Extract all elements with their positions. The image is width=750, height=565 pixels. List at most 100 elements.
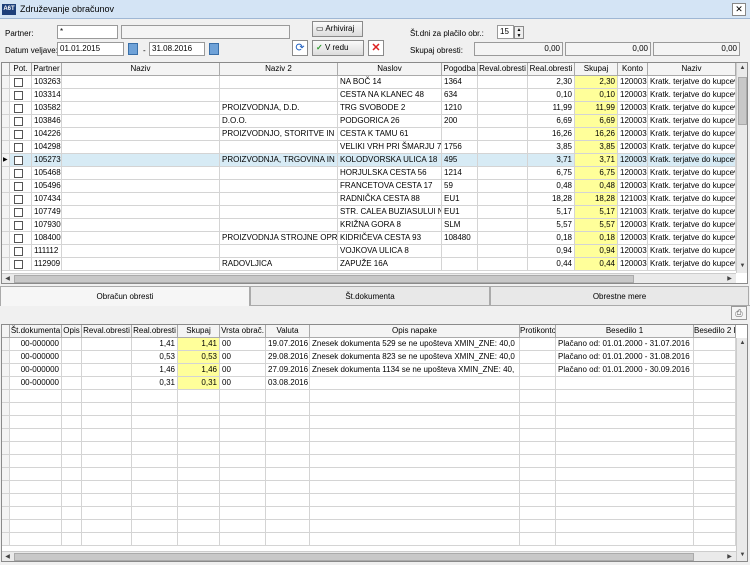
stdni-stepper[interactable]: ▲ ▼: [514, 26, 524, 39]
partner-input[interactable]: *: [57, 25, 118, 39]
scroll-right-icon[interactable]: ▶: [724, 552, 735, 561]
pot-checkbox[interactable]: [10, 115, 32, 128]
tab-obrestne-mere[interactable]: Obrestne mere: [490, 286, 749, 306]
pot-checkbox[interactable]: [10, 193, 32, 206]
column-header[interactable]: Skupaj: [178, 325, 220, 338]
checkbox-icon[interactable]: [14, 260, 23, 269]
checkbox-icon[interactable]: [14, 221, 23, 230]
column-header[interactable]: Skupaj: [575, 63, 618, 76]
column-header[interactable]: Naziv: [648, 63, 736, 76]
scroll-down-icon[interactable]: ▼: [737, 550, 747, 561]
column-header[interactable]: Besedilo 1: [556, 325, 694, 338]
column-header[interactable]: Št.dokumenta: [10, 325, 62, 338]
checkbox-icon[interactable]: [14, 182, 23, 191]
column-header[interactable]: Pot.: [10, 63, 32, 76]
table-row[interactable]: 108400 PROIZVODNJA STROJNE OPR KIDRIČEVA C…: [2, 232, 736, 245]
scroll-left-icon[interactable]: ◀: [2, 274, 13, 283]
scroll-thumb[interactable]: [738, 77, 747, 125]
column-header[interactable]: Valuta: [266, 325, 310, 338]
column-header[interactable]: Real.obresti: [528, 63, 575, 76]
checkbox-icon[interactable]: [14, 234, 23, 243]
partner-grid[interactable]: Pot. Partner Naziv Naziv 2 Naslov Pogodba Reva…: [1, 62, 748, 284]
print-icon[interactable]: ⎙: [731, 306, 747, 320]
column-header[interactable]: Vrsta obrač.: [220, 325, 266, 338]
vertical-scrollbar[interactable]: ▲ ▼: [736, 338, 747, 561]
pot-checkbox[interactable]: [10, 102, 32, 115]
calendar-icon[interactable]: [128, 43, 138, 55]
scroll-right-icon[interactable]: ▶: [724, 274, 735, 283]
scroll-thumb[interactable]: [14, 275, 634, 283]
horizontal-scrollbar[interactable]: ◀ ▶: [2, 273, 736, 283]
table-row[interactable]: 112909 RADOVLJICA ZAPUŽE 16A 0,44 0,44 120003…: [2, 258, 736, 271]
close-icon[interactable]: ✕: [732, 3, 746, 16]
table-row[interactable]: 00-000000 0,53 0,53 00 29.08.2016 Znesek doku…: [2, 351, 736, 364]
table-row[interactable]: ▶ 105273 PROIZVODNJA, TRGOVINA IN KOLODVORS…: [2, 154, 736, 167]
column-header[interactable]: Konto: [618, 63, 648, 76]
checkbox-icon[interactable]: [14, 78, 23, 87]
scroll-up-icon[interactable]: ▲: [737, 63, 747, 74]
pot-checkbox[interactable]: [10, 180, 32, 193]
pot-checkbox[interactable]: [10, 258, 32, 271]
calendar-icon[interactable]: [209, 43, 219, 55]
checkbox-icon[interactable]: [14, 169, 23, 178]
pot-checkbox[interactable]: [10, 76, 32, 89]
vertical-scrollbar[interactable]: ▲ ▼: [736, 63, 747, 273]
column-header[interactable]: Pogodba: [442, 63, 478, 76]
checkbox-icon[interactable]: [14, 143, 23, 152]
column-header[interactable]: Naslov: [338, 63, 442, 76]
document-grid[interactable]: Št.dokumenta Opis Reval.obresti Real.obrest…: [1, 324, 748, 562]
date-from-input[interactable]: 01.01.2015: [57, 42, 124, 56]
tab-st-dokumenta[interactable]: Št.dokumenta: [250, 286, 490, 306]
table-row[interactable]: 107930 KRIŽNA GORA 8 SLM 5,57 5,57 120003 Krat…: [2, 219, 736, 232]
checkbox-icon[interactable]: [14, 156, 23, 165]
scroll-thumb[interactable]: [14, 553, 694, 561]
table-row[interactable]: 111112 VOJKOVA ULICA 8 0,94 0,94 120003 Kratk…: [2, 245, 736, 258]
stdni-input[interactable]: 15: [497, 25, 514, 39]
column-header[interactable]: Opis: [62, 325, 82, 338]
column-header[interactable]: Naziv: [62, 63, 220, 76]
table-row[interactable]: 105496 FRANCETOVA CESTA 17 59 0,48 0,48 12000…: [2, 180, 736, 193]
table-row[interactable]: 00-000000 1,46 1,46 00 27.09.2016 Znesek doku…: [2, 364, 736, 377]
horizontal-scrollbar[interactable]: ◀ ▶: [2, 551, 736, 561]
table-row[interactable]: 104226 PROIZVODNJO, STORITVE IN CESTA K TA…: [2, 128, 736, 141]
pot-checkbox[interactable]: [10, 232, 32, 245]
checkbox-icon[interactable]: [14, 208, 23, 217]
column-header[interactable]: Besedilo 2 B: [694, 325, 736, 338]
tab-obracun-obresti[interactable]: Obračun obresti: [0, 286, 250, 306]
pot-checkbox[interactable]: [10, 141, 32, 154]
column-header[interactable]: Real.obresti: [132, 325, 178, 338]
pot-checkbox[interactable]: [10, 219, 32, 232]
table-row[interactable]: 103846 D.O.O. PODGORICA 26 200 6,69 6,69 12000…: [2, 115, 736, 128]
scroll-left-icon[interactable]: ◀: [2, 552, 13, 561]
pot-checkbox[interactable]: [10, 206, 32, 219]
scroll-up-icon[interactable]: ▲: [737, 338, 747, 349]
checkbox-icon[interactable]: [14, 195, 23, 204]
table-row[interactable]: 103582 PROIZVODNJA, D.D. TRG SVOBODE 2 1210…: [2, 102, 736, 115]
pot-checkbox[interactable]: [10, 154, 32, 167]
checkbox-icon[interactable]: [14, 117, 23, 126]
column-header[interactable]: Opis napake: [310, 325, 520, 338]
table-row[interactable]: 103263 NA BOČ 14 1364 2,30 2,30 120003 Kratk. …: [2, 76, 736, 89]
scroll-down-icon[interactable]: ▼: [737, 261, 747, 272]
checkbox-icon[interactable]: [14, 91, 23, 100]
pot-checkbox[interactable]: [10, 245, 32, 258]
column-header[interactable]: Protikonto: [520, 325, 556, 338]
checkbox-icon[interactable]: [14, 104, 23, 113]
date-to-input[interactable]: 31.08.2016: [149, 42, 205, 56]
pot-checkbox[interactable]: [10, 128, 32, 141]
table-row[interactable]: 00-000000 0,31 0,31 00 03.08.2016: [2, 377, 736, 390]
table-row[interactable]: 103314 CESTA NA KLANEC 48 634 0,10 0,10 12000…: [2, 89, 736, 102]
checkbox-icon[interactable]: [14, 130, 23, 139]
pot-checkbox[interactable]: [10, 89, 32, 102]
column-header[interactable]: Reval.obresti: [478, 63, 528, 76]
table-row[interactable]: 105468 HORJULSKA CESTA 56 1214 6,75 6,75 1200…: [2, 167, 736, 180]
checkbox-icon[interactable]: [14, 247, 23, 256]
ok-button[interactable]: ✓ V redu: [312, 40, 364, 56]
table-row[interactable]: 107434 RADNIČKA CESTA 88 EU1 18,28 18,28 1210…: [2, 193, 736, 206]
column-header[interactable]: Reval.obresti: [82, 325, 132, 338]
refresh-icon[interactable]: ⟳: [292, 40, 308, 56]
cancel-icon[interactable]: ✕: [368, 40, 384, 56]
column-header[interactable]: Naziv 2: [220, 63, 338, 76]
table-row[interactable]: 107749 STR. CALEA BUZIASULUI N EU1 5,17 5,17…: [2, 206, 736, 219]
pot-checkbox[interactable]: [10, 167, 32, 180]
